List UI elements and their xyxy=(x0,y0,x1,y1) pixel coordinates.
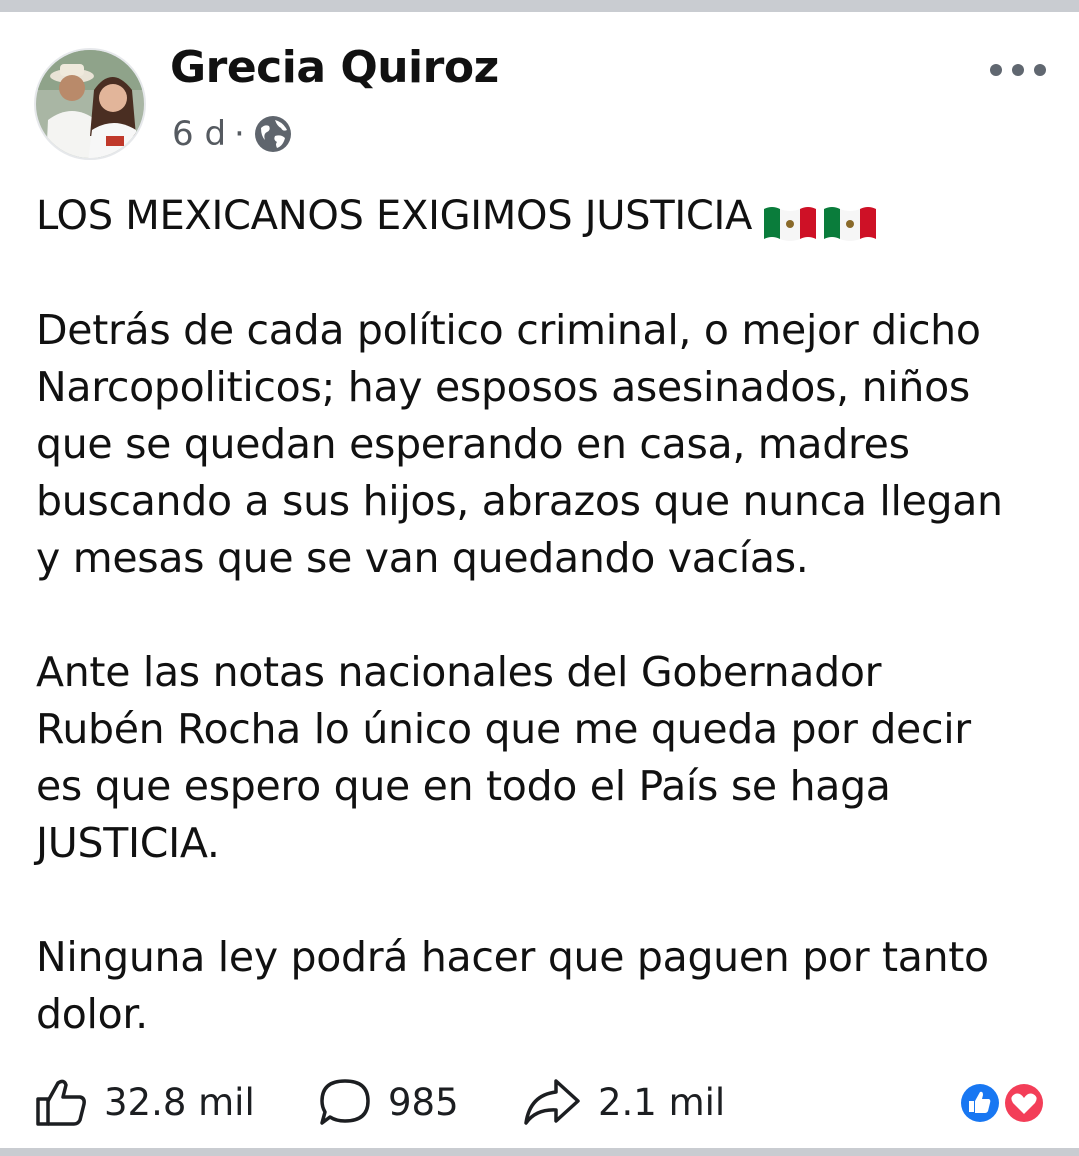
comment-button[interactable]: 985 xyxy=(318,1072,459,1132)
avatar-photo xyxy=(36,50,144,158)
post-headline: LOS MEXICANOS EXIGIMOS JUSTICIA xyxy=(36,193,753,239)
globe-icon[interactable] xyxy=(253,114,293,154)
bottom-divider xyxy=(0,1148,1079,1156)
action-bar: 32.8 mil 985 2.1 mil xyxy=(0,1060,1079,1140)
top-divider xyxy=(0,0,1079,12)
avatar[interactable] xyxy=(34,48,146,160)
like-button[interactable]: 32.8 mil xyxy=(34,1072,255,1132)
post-text: LOS MEXICANOS EXIGIMOS JUSTICIA Detrás d… xyxy=(36,188,1056,1043)
meta-separator: · xyxy=(234,114,245,154)
comment-bubble-icon xyxy=(320,1079,370,1125)
post-paragraph: Ante las notas nacionales del Gobernador… xyxy=(36,648,971,867)
post-meta: 6 d · xyxy=(172,112,293,156)
more-dots-icon xyxy=(990,64,1046,76)
comment-count: 985 xyxy=(388,1080,459,1124)
like-reaction-icon xyxy=(958,1081,1002,1125)
love-reaction-icon xyxy=(1002,1081,1046,1125)
share-count: 2.1 mil xyxy=(598,1080,726,1124)
post-time[interactable]: 6 d xyxy=(172,114,226,154)
reaction-icons[interactable] xyxy=(954,1078,1050,1128)
more-options-button[interactable] xyxy=(983,52,1053,88)
mexico-flag-icon xyxy=(762,199,818,241)
post-paragraph: Detrás de cada político criminal, o mejo… xyxy=(36,306,1003,582)
author-name[interactable]: Grecia Quiroz xyxy=(170,42,499,93)
post-paragraph: Ninguna ley podrá hacer que paguen por t… xyxy=(36,933,989,1038)
headline-row: LOS MEXICANOS EXIGIMOS JUSTICIA xyxy=(36,188,1056,245)
share-button[interactable]: 2.1 mil xyxy=(522,1072,725,1132)
post-card: Grecia Quiroz 6 d · LOS MEXICANOS EXIGIM… xyxy=(0,12,1079,1148)
share-arrow-icon xyxy=(524,1079,580,1125)
mexico-flag-icon xyxy=(822,199,878,241)
thumbs-up-icon xyxy=(36,1079,86,1126)
like-count: 32.8 mil xyxy=(104,1080,255,1124)
